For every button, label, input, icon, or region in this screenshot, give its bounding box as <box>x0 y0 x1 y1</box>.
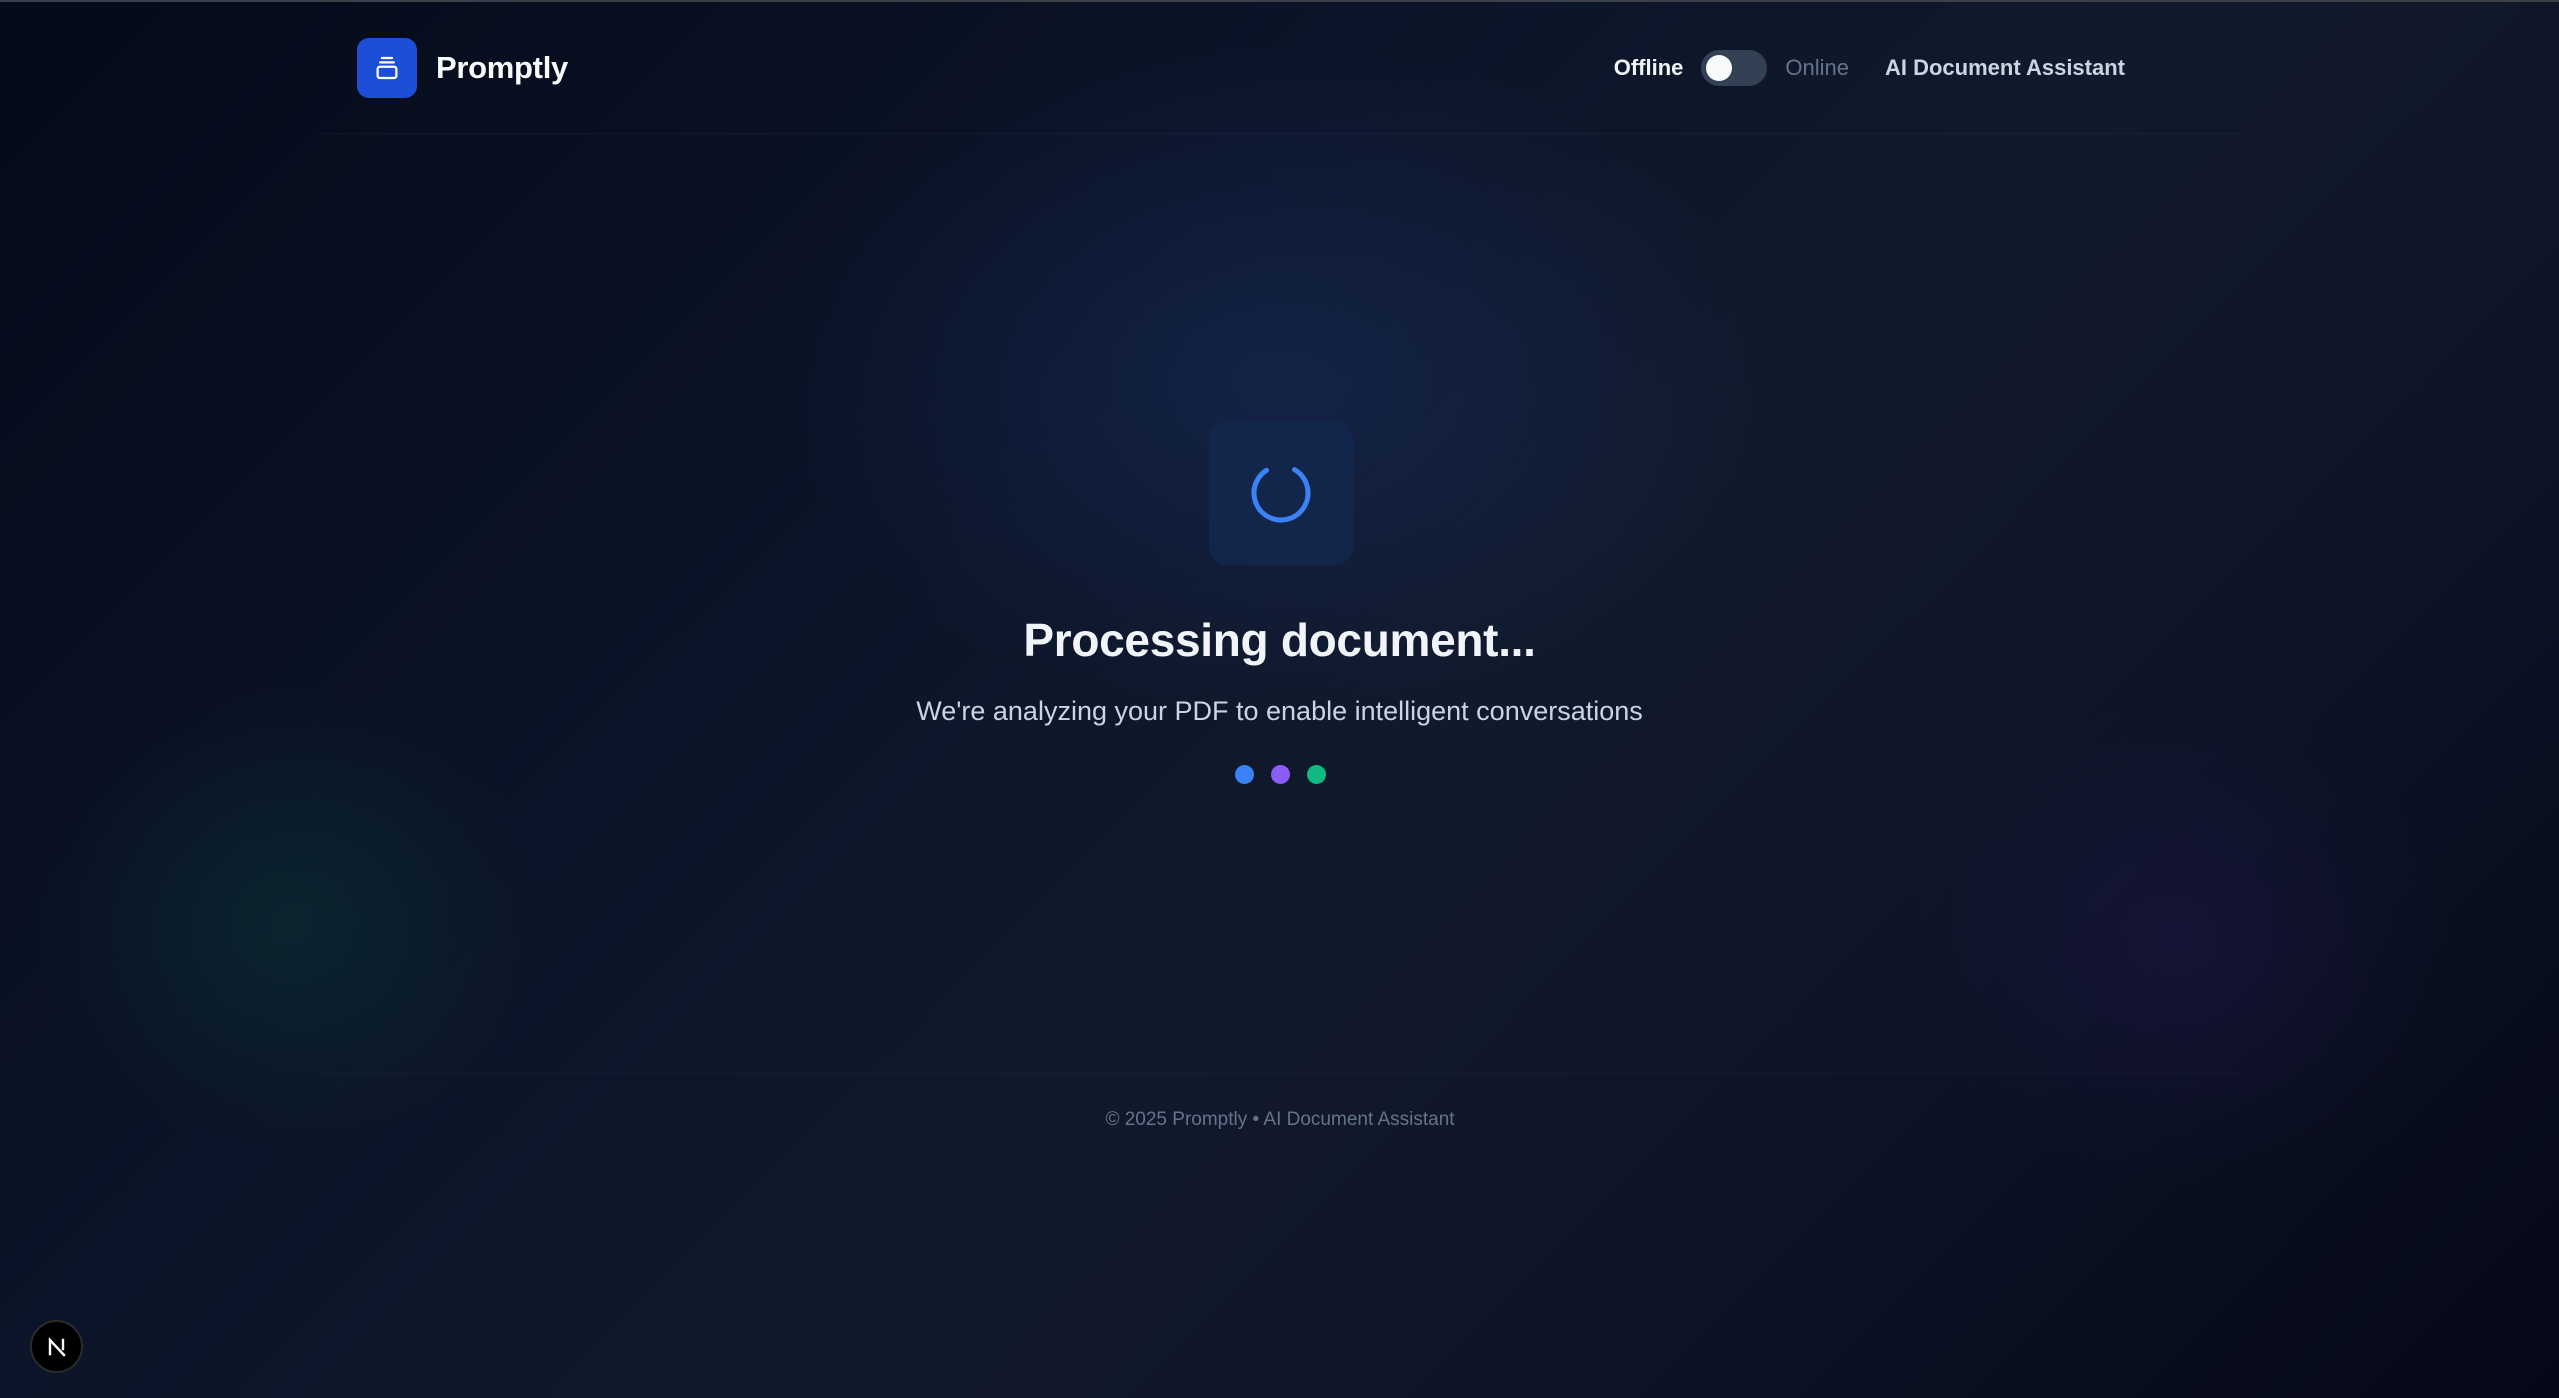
nextjs-dev-badge[interactable] <box>30 1320 83 1373</box>
online-mode-toggle[interactable] <box>1701 50 1768 86</box>
loader-card <box>1209 421 1353 565</box>
footer-copyright: © 2025 Promptly • AI Document Assistant <box>1105 1109 1455 1130</box>
processing-subtitle: We're analyzing your PDF to enable intel… <box>916 696 1643 726</box>
green-dot <box>1307 765 1326 784</box>
progress-dots <box>1235 765 1326 784</box>
online-label: Online <box>1785 55 1849 80</box>
brand-home-link[interactable]: Promptly <box>357 38 568 98</box>
processing-title: Processing document... <box>1023 614 1536 666</box>
nextjs-icon <box>48 1336 66 1357</box>
brand-name: Promptly <box>436 50 568 85</box>
header-controls: Offline Online AI Document Assistant <box>1614 48 2125 88</box>
document-stack-icon <box>357 38 417 98</box>
toggle-knob <box>1706 55 1733 81</box>
offline-label: Offline <box>1613 55 1684 80</box>
spinner-icon <box>1251 463 1311 523</box>
top-navbar: Promptly Offline Online AI Document Assi… <box>320 2 2240 134</box>
header-tagline: AI Document Assistant <box>1884 55 2125 80</box>
purple-dot <box>1271 765 1290 784</box>
blue-dot <box>1235 765 1254 784</box>
page-footer: © 2025 Promptly • AI Document Assistant <box>320 1073 2240 1163</box>
